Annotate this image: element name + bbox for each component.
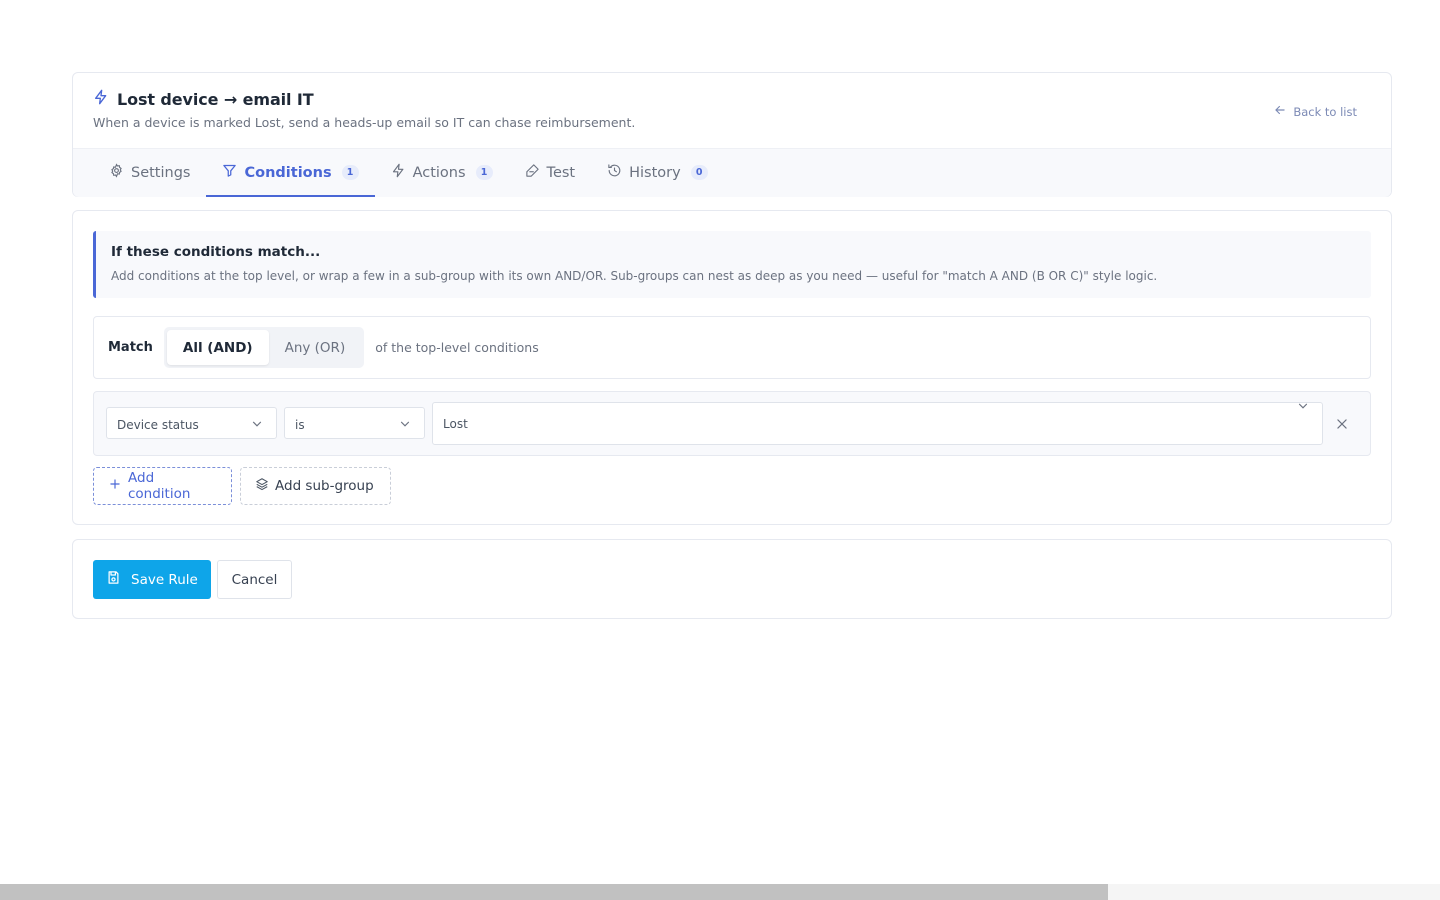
flask-icon <box>525 163 540 182</box>
tab-label: Actions <box>412 164 466 181</box>
match-label: Match <box>108 340 153 355</box>
bolt-icon <box>93 89 109 109</box>
add-condition-label: Add condition <box>128 470 191 502</box>
tab-label: Test <box>546 164 576 181</box>
page-subtitle: When a device is marked Lost, send a hea… <box>93 115 636 130</box>
remove-condition-button[interactable] <box>1335 416 1349 430</box>
condition-field-select[interactable]: Device status <box>106 407 277 439</box>
tab-label: History <box>629 164 681 181</box>
plus-icon <box>108 477 122 495</box>
match-mode-toggle: All (AND) Any (OR) <box>163 327 365 368</box>
tab-history[interactable]: History 0 <box>591 149 724 196</box>
form-footer-card: Save Rule Cancel <box>72 539 1392 619</box>
tab-actions[interactable]: Actions 1 <box>375 149 509 196</box>
match-mode-box: Match All (AND) Any (OR) of the top-leve… <box>93 316 1371 379</box>
condition-operator-value: is <box>295 418 305 432</box>
info-title: If these conditions match... <box>111 244 321 260</box>
scrollbar-thumb[interactable] <box>0 884 1108 900</box>
info-text: Add conditions at the top level, or wrap… <box>111 269 1158 283</box>
conditions-card: If these conditions match... Add conditi… <box>72 210 1392 525</box>
add-subgroup-label: Add sub-group <box>275 478 374 494</box>
close-icon <box>1337 419 1347 429</box>
match-any-button[interactable]: Any (OR) <box>269 330 362 365</box>
tab-settings[interactable]: Settings <box>93 149 206 196</box>
tab-label: Conditions <box>244 164 332 181</box>
save-rule-label: Save Rule <box>131 571 198 588</box>
rule-title-row: Lost device → email IT <box>93 89 314 109</box>
tab-test[interactable]: Test <box>509 149 592 196</box>
gear-icon <box>109 163 124 182</box>
tab-conditions[interactable]: Conditions 1 <box>206 149 375 197</box>
page-title: Lost device → email IT <box>117 89 314 109</box>
save-icon <box>106 570 121 589</box>
bolt-icon <box>391 163 406 182</box>
rule-header-card: Lost device → email IT When a device is … <box>72 72 1392 197</box>
save-rule-button[interactable]: Save Rule <box>93 560 211 599</box>
conditions-info-box: If these conditions match... Add conditi… <box>93 231 1371 298</box>
match-suffix-text: of the top-level conditions <box>375 340 539 355</box>
rule-tabs: Settings Conditions 1 Actions 1 Test His… <box>73 148 1391 197</box>
horizontal-scrollbar[interactable] <box>0 884 1440 900</box>
tab-count-badge: 1 <box>475 165 493 180</box>
cancel-button[interactable]: Cancel <box>217 560 292 599</box>
filter-icon <box>222 163 237 182</box>
layers-icon <box>255 477 269 495</box>
add-condition-button[interactable]: Add condition <box>93 467 232 505</box>
tab-count-badge: 1 <box>341 165 359 180</box>
condition-operator-select[interactable]: is <box>284 407 425 439</box>
match-all-button[interactable]: All (AND) <box>166 330 269 365</box>
back-to-list-link[interactable]: Back to list <box>1273 103 1357 120</box>
tab-count-badge: 0 <box>690 165 708 180</box>
history-icon <box>607 163 622 182</box>
condition-value: Lost <box>443 417 468 431</box>
condition-value-select[interactable]: Lost <box>432 402 1323 445</box>
tab-label: Settings <box>131 164 191 181</box>
back-to-list-label: Back to list <box>1293 104 1357 119</box>
condition-row: Device status is Lost <box>93 391 1371 456</box>
add-subgroup-button[interactable]: Add sub-group <box>240 467 391 505</box>
condition-field-value: Device status <box>117 418 199 432</box>
arrow-left-icon <box>1273 103 1287 120</box>
rule-header: Lost device → email IT When a device is … <box>73 73 1391 149</box>
